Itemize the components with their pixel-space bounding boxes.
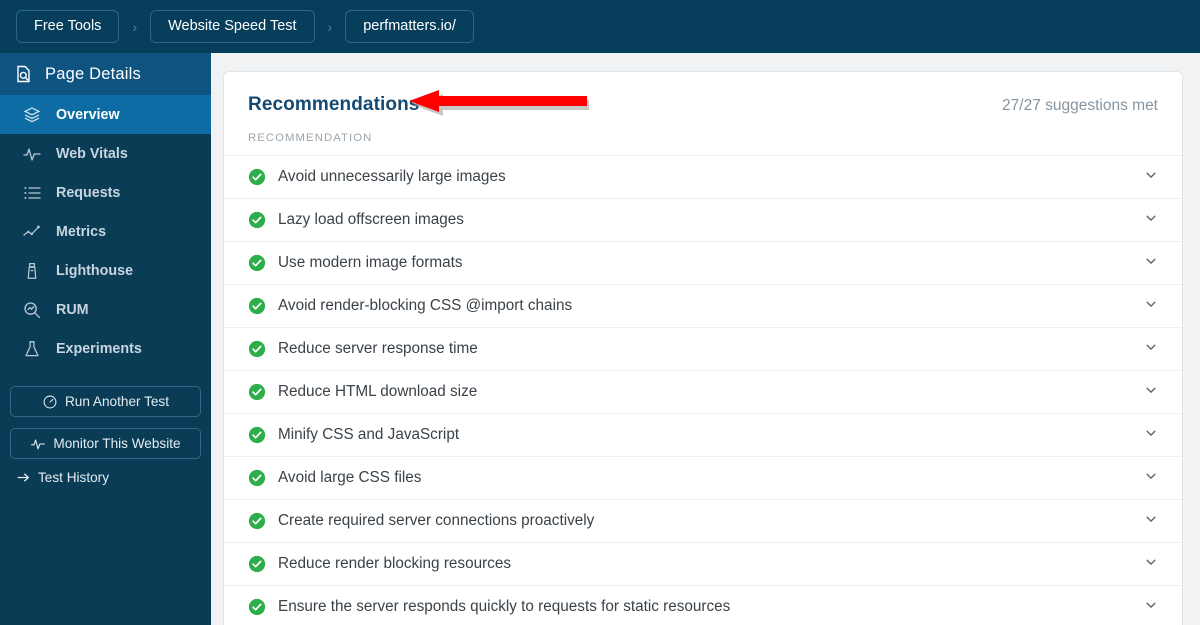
table-row[interactable]: Avoid unnecessarily large images [224,155,1182,198]
recommendation-label: Reduce server response time [278,340,478,357]
check-circle-icon [248,211,266,229]
check-circle-icon [248,340,266,358]
pulse-icon [22,144,42,164]
recommendation-column-header: RECOMMENDATION [248,132,373,144]
page-search-icon [14,64,34,84]
test-history-label: Test History [38,470,110,485]
table-row[interactable]: Reduce render blocking resources [224,542,1182,585]
pulse-icon [30,436,46,452]
table-row[interactable]: Create required server connections proac… [224,499,1182,542]
check-circle-icon [248,512,266,530]
sidebar-item-web-vitals[interactable]: Web Vitals [0,134,211,173]
chevron-down-icon[interactable] [1144,598,1160,617]
chevron-down-icon[interactable] [1144,555,1160,574]
chevron-down-icon[interactable] [1144,211,1160,230]
monitor-this-website-label: Monitor This Website [53,436,181,451]
body-wrapper: Page Details Overview Web Vitals Request… [0,53,1200,625]
sidebar-item-experiments[interactable]: Experiments [0,329,211,368]
table-row[interactable]: Ensure the server responds quickly to re… [224,585,1182,625]
sidebar: Page Details Overview Web Vitals Request… [0,53,211,625]
recommendation-label: Avoid render-blocking CSS @import chains [278,297,573,314]
check-circle-icon [248,555,266,573]
recommendations-header: Recommendations 27/27 suggestions met [224,72,1182,116]
check-circle-icon [248,469,266,487]
table-row[interactable]: Use modern image formats [224,241,1182,284]
recommendations-card: Recommendations 27/27 suggestions met RE… [223,71,1183,625]
breadcrumb-separator-icon: › [327,18,333,35]
monitor-this-website-button[interactable]: Monitor This Website [10,428,201,459]
test-history-link[interactable]: Test History [10,470,201,485]
sidebar-item-label: Requests [56,184,121,201]
layers-icon [22,105,42,125]
sidebar-header: Page Details [0,53,211,95]
check-circle-icon [248,168,266,186]
check-circle-icon [248,254,266,272]
sidebar-item-requests[interactable]: Requests [0,173,211,212]
check-circle-icon [248,426,266,444]
sidebar-item-lighthouse[interactable]: Lighthouse [0,251,211,290]
table-row[interactable]: Reduce HTML download size [224,370,1182,413]
sidebar-item-label: Metrics [56,223,107,240]
sidebar-item-label: Experiments [56,340,142,357]
run-another-test-button[interactable]: Run Another Test [10,386,201,417]
sidebar-item-label: Overview [56,106,120,123]
suggestions-met-status: 27/27 suggestions met [1002,97,1158,114]
lighthouse-icon [22,261,42,281]
table-row[interactable]: Minify CSS and JavaScript [224,413,1182,456]
table-row[interactable]: Lazy load offscreen images [224,198,1182,241]
chevron-down-icon[interactable] [1144,254,1160,273]
recommendation-label: Reduce HTML download size [278,383,478,400]
recommendation-label: Lazy load offscreen images [278,211,464,228]
recommendation-label: Use modern image formats [278,254,463,271]
check-circle-icon [248,297,266,315]
sidebar-item-label: RUM [56,301,89,318]
trend-icon [22,222,42,242]
check-circle-icon [248,598,266,616]
sidebar-item-rum[interactable]: RUM [0,290,211,329]
breadcrumb-item-website-speed-test[interactable]: Website Speed Test [150,9,315,44]
recommendation-label: Minify CSS and JavaScript [278,426,460,443]
chevron-down-icon[interactable] [1144,168,1160,187]
breadcrumb-separator-icon: › [132,18,138,35]
list-icon [22,183,42,203]
sidebar-item-metrics[interactable]: Metrics [0,212,211,251]
breadcrumb: Free Tools › Website Speed Test › perfma… [0,0,1200,53]
sidebar-actions: Run Another Test Monitor This Website Te… [0,368,211,485]
main-content: Recommendations 27/27 suggestions met RE… [211,53,1200,625]
recommendation-label: Create required server connections proac… [278,512,595,529]
sidebar-item-overview[interactable]: Overview [0,95,211,134]
sidebar-header-label: Page Details [45,64,141,83]
magnifier-icon [22,300,42,320]
recommendation-label: Ensure the server responds quickly to re… [278,598,731,615]
app-root: Free Tools › Website Speed Test › perfma… [0,0,1200,625]
chevron-down-icon[interactable] [1144,383,1160,402]
table-row[interactable]: Avoid render-blocking CSS @import chains [224,284,1182,327]
run-another-test-label: Run Another Test [64,394,170,409]
chevron-down-icon[interactable] [1144,340,1160,359]
page-title: Recommendations [248,94,420,115]
table-row[interactable]: Avoid large CSS files [224,456,1182,499]
chevron-down-icon[interactable] [1144,469,1160,488]
breadcrumb-item-free-tools[interactable]: Free Tools [16,9,120,44]
sidebar-item-label: Lighthouse [56,262,134,279]
chevron-down-icon[interactable] [1144,512,1160,531]
breadcrumb-item-site-url[interactable]: perfmatters.io/ [345,9,474,44]
chevron-down-icon[interactable] [1144,426,1160,445]
table-row[interactable]: Reduce server response time [224,327,1182,370]
recommendation-label: Reduce render blocking resources [278,555,511,572]
sidebar-item-label: Web Vitals [56,145,128,162]
flask-icon [22,339,42,359]
recommendation-label: Avoid large CSS files [278,469,422,486]
arrow-right-icon [16,470,31,485]
recommendation-label: Avoid unnecessarily large images [278,168,506,185]
chevron-down-icon[interactable] [1144,297,1160,316]
check-circle-icon [248,383,266,401]
recommendations-list: Avoid unnecessarily large images Lazy lo… [224,155,1182,625]
gauge-icon [42,394,58,410]
